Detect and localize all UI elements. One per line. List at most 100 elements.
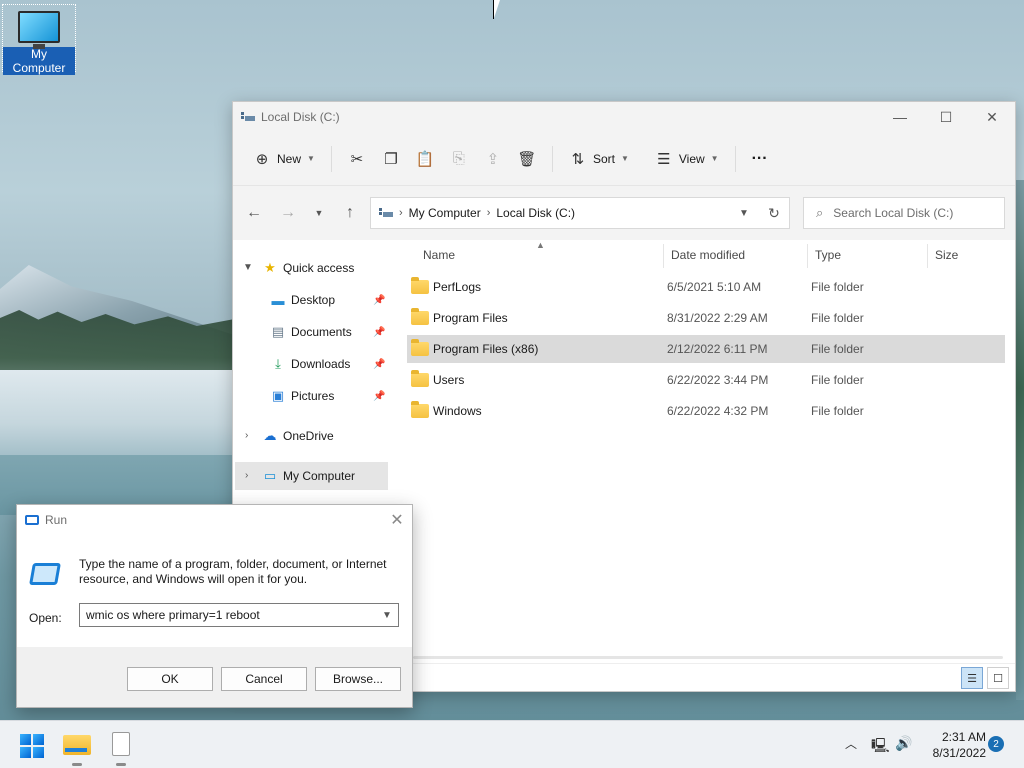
toolbar-divider — [551, 145, 553, 172]
notification-badge[interactable]: 2 — [988, 736, 1004, 752]
forward-button[interactable]: → — [271, 204, 305, 222]
view-toggle-group: ☰ ☐ — [961, 667, 1009, 689]
nav-quick-access[interactable]: ★ Quick access — [261, 254, 354, 282]
file-date: 2/12/2022 6:11 PM — [667, 342, 768, 356]
breadcrumb-local-disk[interactable]: Local Disk (C:) — [496, 206, 575, 220]
running-indicator — [116, 763, 126, 766]
search-box[interactable]: ⌕ Search Local Disk (C:) — [803, 197, 1005, 229]
desktop-icon-my-computer[interactable]: My Computer — [2, 4, 76, 75]
nav-pictures[interactable]: ▣ Pictures 📌 — [269, 382, 391, 410]
scissors-icon: ✂ — [350, 150, 364, 168]
rename-button[interactable]: ⎘ — [442, 143, 476, 175]
taskbar-file-explorer[interactable] — [63, 730, 91, 766]
cancel-button[interactable]: Cancel — [221, 667, 307, 691]
file-date: 6/5/2021 5:10 AM — [667, 280, 762, 294]
column-header-size[interactable]: Size — [935, 242, 1005, 268]
file-row-users[interactable]: Users 6/22/2022 3:44 PM File folder — [407, 366, 1005, 394]
column-date-label: Date modified — [671, 248, 746, 262]
nav-downloads[interactable]: ⤓ Downloads 📌 — [269, 350, 391, 378]
browse-button[interactable]: Browse... — [315, 667, 401, 691]
file-row-perflogs[interactable]: PerfLogs 6/5/2021 5:10 AM File folder — [407, 273, 1005, 301]
document-icon: ▤ — [271, 324, 285, 339]
column-divider[interactable] — [807, 244, 808, 268]
file-type: File folder — [811, 373, 864, 387]
explorer-titlebar[interactable]: Local Disk (C:) — ☐ ✕ — [233, 102, 1015, 132]
expand-chevron-icon[interactable]: › — [245, 430, 248, 441]
open-label: Open: — [29, 611, 62, 625]
pin-icon: 📌 — [373, 358, 386, 370]
show-hidden-icons-button[interactable]: ︿ — [845, 735, 857, 752]
chevron-down-icon: ▼ — [307, 154, 315, 163]
file-name: Users — [433, 373, 465, 387]
expand-chevron-icon[interactable]: › — [245, 470, 248, 481]
clock-date: 8/31/2022 — [932, 746, 986, 760]
back-button[interactable]: ← — [237, 204, 271, 222]
column-divider[interactable] — [927, 244, 928, 268]
more-options-button[interactable]: ··· — [744, 143, 776, 175]
nav-label: Documents — [291, 325, 352, 339]
sort-button[interactable]: ⇅ Sort ▼ — [561, 143, 637, 175]
file-row-windows[interactable]: Windows 6/22/2022 4:32 PM File folder — [407, 397, 1005, 425]
column-header-name[interactable]: Name — [423, 242, 653, 268]
close-icon[interactable]: ✕ — [382, 510, 412, 530]
large-icons-view-button[interactable]: ☐ — [987, 667, 1009, 689]
file-row-program-files[interactable]: Program Files 8/31/2022 2:29 AM File fol… — [407, 304, 1005, 332]
chevron-down-icon[interactable]: ▼ — [376, 610, 398, 621]
maximize-button[interactable]: ☐ — [923, 102, 969, 132]
folder-icon — [411, 339, 429, 356]
file-row-program-files-x86[interactable]: Program Files (x86) 2/12/2022 6:11 PM Fi… — [407, 335, 1005, 363]
address-bar[interactable]: › My Computer › Local Disk (C:) ▼ ↻ — [370, 197, 790, 229]
collapse-chevron-icon[interactable]: ▼ — [243, 262, 253, 273]
more-label: ··· — [751, 149, 768, 167]
start-button[interactable] — [20, 734, 44, 758]
close-button[interactable]: ✕ — [969, 102, 1015, 132]
paste-button[interactable]: 📋 — [408, 143, 442, 175]
breadcrumb-chevron-icon: › — [399, 207, 403, 219]
recent-locations-button[interactable]: ▼ — [305, 208, 333, 218]
file-date: 6/22/2022 4:32 PM — [667, 404, 769, 418]
volume-icon[interactable]: 🔊 — [895, 735, 912, 752]
rename-icon: ⎘ — [452, 150, 465, 167]
copy-button[interactable]: ❐ — [374, 143, 408, 175]
sort-arrows-icon: ⇅ — [571, 150, 585, 168]
file-name: Windows — [433, 404, 482, 418]
new-button[interactable]: ⊕ New ▼ — [245, 143, 323, 175]
run-titlebar[interactable]: Run ✕ — [17, 505, 412, 535]
delete-button[interactable]: 🗑 — [510, 143, 544, 175]
up-button[interactable]: ↑ — [333, 204, 367, 222]
file-name: Program Files — [433, 311, 508, 325]
horizontal-scrollbar[interactable] — [413, 656, 1003, 659]
chevron-down-icon: ▼ — [620, 154, 629, 163]
details-view-button[interactable]: ☰ — [961, 667, 983, 689]
taskbar-notepad[interactable] — [107, 730, 135, 766]
column-header-type[interactable]: Type — [815, 242, 925, 268]
nav-desktop[interactable]: ▬ Desktop 📌 — [269, 286, 391, 314]
monitor-icon: ▭ — [263, 468, 277, 483]
nav-label: My Computer — [283, 469, 356, 483]
command-input[interactable]: wmic os where primary=1 reboot ▼ — [79, 603, 399, 627]
cut-button[interactable]: ✂ — [340, 143, 374, 175]
column-header-date[interactable]: Date modified — [671, 242, 807, 268]
address-dropdown-button[interactable]: ▼ — [729, 208, 759, 219]
explorer-title: Local Disk (C:) — [261, 110, 340, 124]
nav-onedrive[interactable]: ☁ OneDrive — [261, 422, 334, 450]
column-divider[interactable] — [663, 244, 664, 268]
breadcrumb-my-computer[interactable]: My Computer — [409, 206, 481, 220]
nav-my-computer[interactable]: ▭ My Computer — [235, 462, 388, 490]
view-button[interactable]: ☰ View ▼ — [647, 143, 727, 175]
plus-circle-icon: ⊕ — [255, 150, 269, 168]
share-button[interactable]: ⇪ — [476, 143, 510, 175]
minimize-button[interactable]: — — [877, 102, 923, 132]
trash-icon: 🗑 — [517, 150, 537, 168]
wallpaper-snow — [0, 370, 240, 460]
refresh-button[interactable]: ↻ — [759, 205, 789, 222]
run-body: Type the name of a program, folder, docu… — [17, 535, 412, 647]
file-type: File folder — [811, 311, 864, 325]
network-icon[interactable]: 🖳 — [871, 735, 890, 759]
nav-documents[interactable]: ▤ Documents 📌 — [269, 318, 391, 346]
system-clock[interactable]: 2:31 AM 8/31/2022 — [922, 729, 986, 761]
paste-icon: 📋 — [415, 150, 435, 168]
ok-button[interactable]: OK — [127, 667, 213, 691]
file-type: File folder — [811, 280, 864, 294]
run-description: Type the name of a program, folder, docu… — [79, 557, 387, 586]
